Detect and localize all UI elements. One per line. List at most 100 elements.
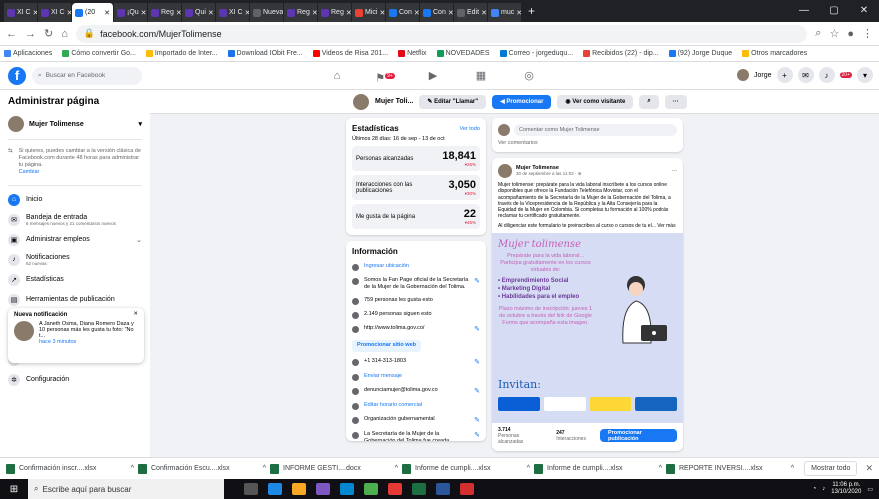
browser-tab[interactable]: XI C ✕ — [216, 3, 250, 22]
more-button[interactable]: ··· — [664, 94, 687, 109]
facebook-search[interactable]: ⌕ Buscar en Facebook — [32, 66, 142, 85]
profile-icon[interactable]: ● — [847, 28, 854, 40]
search-button[interactable]: ⌕ — [639, 94, 659, 109]
tab-close-icon[interactable]: ✕ — [312, 9, 317, 17]
tab-close-icon[interactable]: ✕ — [346, 9, 351, 17]
info-row-text[interactable]: Ingresar ubicación — [364, 263, 409, 270]
chevron-up-icon[interactable]: ^ — [791, 465, 794, 472]
task-view-icon[interactable] — [244, 483, 258, 495]
download-item[interactable]: Confirmación inscr....xlsx ^ — [6, 463, 134, 474]
sidebar-item[interactable]: ▣ Administrar empleos ⌄ — [8, 230, 142, 250]
windows-start-icon[interactable]: ⊞ — [0, 484, 28, 495]
menu-icon[interactable]: ⋮ — [862, 27, 873, 40]
browser-tab[interactable]: Edit ✕ — [454, 3, 488, 22]
stat-row[interactable]: Me gusta de la página 22 ▾45% — [352, 204, 480, 229]
download-item[interactable]: INFORME GESTI....docx ^ — [270, 463, 398, 474]
nav-groups-icon[interactable]: ◎ — [505, 62, 553, 90]
tab-close-icon[interactable]: ✕ — [481, 9, 487, 17]
file-explorer-icon[interactable] — [292, 483, 306, 495]
download-item[interactable]: Confirmación Escu....xlsx ^ — [138, 463, 266, 474]
sidebar-item[interactable]: ↗ Estadísticas — [8, 270, 142, 290]
page-header-name[interactable]: Mujer Toli... — [375, 98, 413, 105]
new-tab-icon[interactable]: + — [522, 4, 541, 18]
account-menu-icon[interactable]: ▾ — [857, 67, 873, 83]
sidebar-item[interactable]: ⌂ Inicio — [8, 190, 142, 210]
tab-close-icon[interactable]: ✕ — [104, 9, 110, 17]
create-icon[interactable]: + — [776, 67, 793, 83]
notifications-icon[interactable]: ♪ — [818, 67, 835, 83]
browser-tab[interactable]: Con ✕ — [386, 3, 420, 22]
bookmark-item[interactable]: Importado de Inter... — [145, 50, 218, 57]
tab-close-icon[interactable]: ✕ — [208, 9, 214, 17]
user-name[interactable]: Jorge — [754, 72, 772, 79]
browser-tab[interactable]: XI C ✕ — [38, 3, 72, 22]
post-body-more[interactable]: Al diligenciar este formulario te preins… — [498, 223, 677, 229]
nav-pages-icon[interactable]: ⚑ 9+ — [361, 62, 409, 90]
zoom-icon[interactable]: ⌕ — [815, 27, 821, 40]
post-date[interactable]: 30 de septiembre a las 11:02 · ⊛ — [516, 171, 581, 177]
back-icon[interactable]: ← — [6, 28, 17, 40]
nav-home-icon[interactable]: ⌂ — [313, 62, 361, 90]
close-icon[interactable]: ✕ — [865, 463, 873, 474]
minimize-icon[interactable]: — — [789, 0, 819, 22]
bookmark-item[interactable]: Videos de Risa 201... — [312, 50, 388, 57]
browser-tab[interactable]: XI C ✕ — [4, 3, 38, 22]
bookmark-star-icon[interactable]: ☆ — [829, 27, 839, 40]
download-item[interactable]: REPORTE INVERSI....xlsx ^ — [666, 463, 794, 474]
post-options-icon[interactable]: ··· — [672, 168, 678, 174]
browser-tab[interactable]: Qui ✕ — [182, 3, 216, 22]
pencil-icon[interactable]: ✎ — [474, 358, 480, 367]
facebook-logo[interactable]: f — [8, 66, 26, 85]
info-row-text[interactable]: Enviar mensaje — [364, 373, 402, 380]
chevron-up-icon[interactable]: ^ — [527, 465, 530, 472]
bookmark-item[interactable]: Netflix — [398, 50, 427, 57]
taskbar-search[interactable]: ⌕ Escribe aquí para buscar — [28, 479, 224, 499]
chevron-up-icon[interactable]: ^ — [263, 465, 266, 472]
browser-tab[interactable]: Reg ✕ — [284, 3, 318, 22]
tab-close-icon[interactable]: ✕ — [141, 9, 147, 17]
nav-marketplace-icon[interactable]: ▦ — [457, 62, 505, 90]
browser-tab[interactable]: Reg ✕ — [148, 3, 182, 22]
word-icon[interactable] — [436, 483, 450, 495]
sidebar-item[interactable]: ✉ Bandeja de entrada 6 mensajes nuevos y 2… — [8, 210, 142, 230]
store-icon[interactable] — [316, 483, 330, 495]
chrome-icon[interactable] — [364, 483, 378, 495]
pencil-icon[interactable]: ✎ — [474, 387, 480, 396]
browser-tab[interactable]: ¡Qu ✕ — [114, 3, 148, 22]
chevron-up-icon[interactable]: ^ — [395, 465, 398, 472]
bookmark-item[interactable]: Recibidos (22) - dip... — [583, 50, 659, 57]
tab-close-icon[interactable]: ✕ — [414, 9, 419, 17]
info-row[interactable]: Editar horario comercial — [352, 399, 480, 413]
bookmark-item[interactable]: Otros marcadores — [742, 50, 807, 57]
bookmark-item[interactable]: NOVEDADES — [436, 50, 490, 57]
bookmark-item[interactable]: (92) Jorge Duque — [668, 50, 732, 57]
sidebar-item[interactable]: ✲ Configuración — [8, 370, 142, 390]
promote-post-button[interactable]: Promocionar publicación — [599, 429, 677, 443]
browser-tab[interactable]: (20 ✕ — [72, 3, 114, 22]
page-selector[interactable]: Mujer Tolimense ▾ — [8, 113, 142, 140]
clock-date[interactable]: 13/10/2020 — [831, 489, 861, 496]
download-item[interactable]: Informe de cumpli....xlsx ^ — [534, 463, 662, 474]
show-all-button[interactable]: Mostrar todo — [804, 461, 858, 476]
browser-tab[interactable]: Nueva p✕ — [250, 3, 284, 22]
stats-range[interactable]: Últimos 28 días: 16 de sep - 13 de oct — [352, 136, 480, 142]
mail-icon[interactable] — [340, 483, 354, 495]
close-icon[interactable]: ✕ — [849, 0, 879, 22]
info-row[interactable]: Enviar mensaje — [352, 370, 480, 384]
bookmark-item[interactable]: Correo - jorgeduqu... — [499, 50, 573, 57]
pencil-icon[interactable]: ✎ — [474, 416, 480, 425]
sidebar-item[interactable]: ▤ Herramientas de publicación — [8, 290, 142, 310]
bookmark-item[interactable]: Cómo convertir Go... — [62, 50, 136, 57]
tab-close-icon[interactable]: ✕ — [448, 9, 453, 17]
network-icon[interactable]: ◔ — [813, 486, 817, 492]
stats-see-all[interactable]: Ver todo — [460, 126, 481, 132]
messenger-icon[interactable]: ✉ — [797, 67, 814, 83]
home-icon[interactable]: ⌂ — [61, 28, 68, 40]
view-comments-link[interactable]: Ver comentarios — [498, 140, 677, 146]
tab-close-icon[interactable]: ✕ — [176, 9, 181, 17]
browser-tab[interactable]: Mici ✕ — [352, 3, 386, 22]
user-avatar[interactable] — [737, 69, 749, 81]
chevron-up-icon[interactable]: ^ — [659, 465, 662, 472]
opera-icon[interactable] — [388, 483, 402, 495]
chevron-up-icon[interactable]: ^ — [131, 465, 134, 472]
